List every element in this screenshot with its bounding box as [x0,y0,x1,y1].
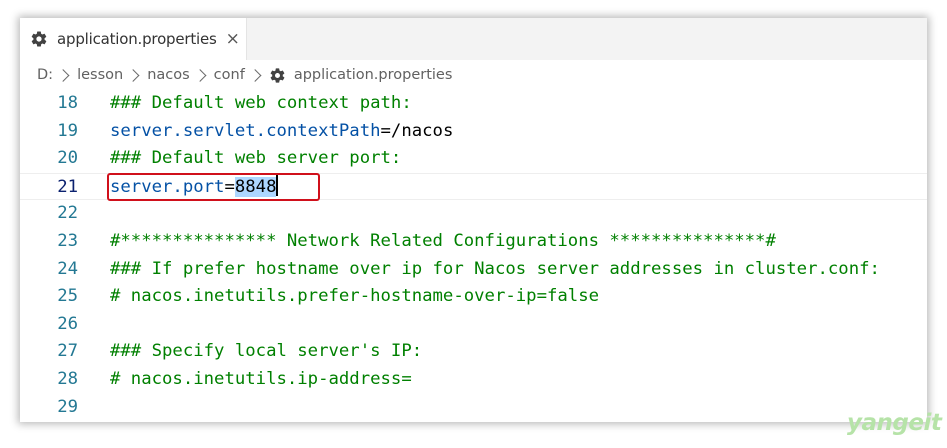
breadcrumb-item-nacos[interactable]: nacos [147,67,189,83]
code-editor[interactable]: 18 ### Default web context path: 19 serv… [20,90,927,422]
chevron-right-icon [56,68,70,82]
code-line-current[interactable]: 21 server.port=8848 [20,172,927,202]
code-line[interactable]: 20 ### Default web server port: [20,145,927,173]
line-number: 28 [57,369,78,389]
breadcrumb: D: lesson nacos conf application.propert… [20,60,927,90]
code-line[interactable]: 19 server.servlet.contextPath=/nacos [20,118,927,146]
code-text: ### Default web server port: [110,148,402,169]
line-number: 22 [57,203,78,224]
code-line[interactable]: 18 ### Default web context path: [20,90,927,118]
code-text: ### Default web context path: [110,93,412,113]
close-icon[interactable]: × [226,29,240,49]
tab-label: application.properties [57,30,217,48]
chevron-right-icon [126,68,140,82]
tab-bar: application.properties × [20,18,927,60]
code-text: server.servlet.contextPath=/nacos [110,118,453,146]
code-line[interactable]: 22 [20,200,927,228]
gear-icon [30,30,48,48]
code-text: #*************** Network Related Configu… [110,231,776,251]
code-text: # nacos.inetutils.ip-address= [110,369,412,389]
code-text: server.port=8848 [110,174,279,202]
line-number: 27 [57,341,78,362]
breadcrumb-item-drive[interactable]: D: [37,67,53,83]
line-number: 20 [57,148,78,169]
code-line[interactable]: 23 #*************** Network Related Conf… [20,228,927,256]
code-line[interactable]: 24 ### If prefer hostname over ip for Na… [20,256,927,284]
line-number: 24 [57,258,78,279]
gear-icon [269,67,286,84]
tab-application-properties[interactable]: application.properties × [20,18,247,60]
line-number: 18 [57,93,78,113]
line-number: 26 [57,313,78,334]
code-text: # nacos.inetutils.prefer-hostname-over-i… [110,286,599,307]
property-value-selected: 8848 [234,176,277,197]
chevron-right-icon [248,68,262,82]
breadcrumb-item-conf[interactable]: conf [214,67,245,83]
property-key: server.port [110,176,225,197]
property-equals: = [380,120,391,141]
watermark: yangeit [847,410,942,436]
code-text: ### Specify local server's IP: [110,341,423,362]
editor-window: application.properties × D: lesson nacos… [20,18,927,422]
code-line[interactable]: 26 [20,311,927,339]
line-number: 23 [57,231,78,251]
chevron-right-icon [193,68,207,82]
property-equals: = [224,176,235,197]
line-number: 19 [57,120,78,141]
code-line[interactable]: 27 ### Specify local server's IP: [20,338,927,366]
line-number: 25 [57,286,78,307]
breadcrumb-item-lesson[interactable]: lesson [77,67,123,83]
code-text: ### If prefer hostname over ip for Nacos… [110,258,880,279]
code-line[interactable]: 25 # nacos.inetutils.prefer-hostname-ove… [20,283,927,311]
line-number: 21 [57,176,78,197]
breadcrumb-item-file[interactable]: application.properties [294,67,453,83]
property-value: /nacos [390,120,454,141]
line-number: 29 [57,396,78,417]
code-line[interactable]: 28 # nacos.inetutils.ip-address= [20,366,927,394]
property-key: server.servlet.contextPath [110,120,381,141]
text-cursor [276,174,279,196]
code-line[interactable]: 29 [20,394,927,422]
